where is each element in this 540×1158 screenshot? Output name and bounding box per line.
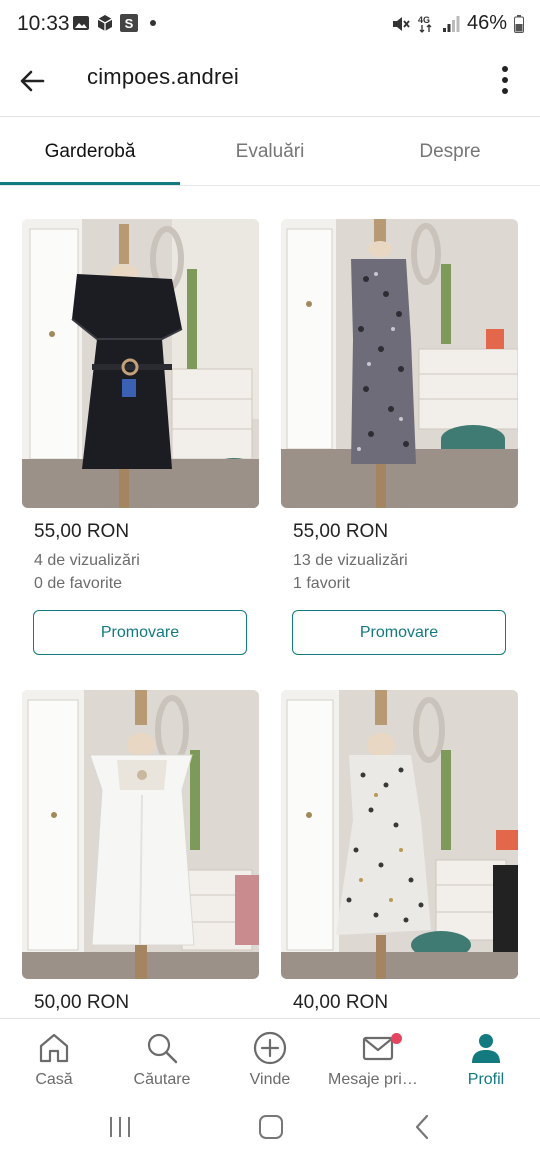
- battery-percent: 46%: [466, 12, 507, 34]
- tab-reviews[interactable]: Evaluări: [180, 117, 360, 185]
- item-views: 13 de vizualizări: [293, 552, 408, 569]
- svg-text:4G: 4G: [418, 15, 430, 25]
- status-bar: 10:33 S 4G 46%: [0, 0, 540, 50]
- item-price: 55,00 RON: [293, 521, 389, 542]
- battery-icon: [514, 14, 524, 33]
- page-title: cimpoes.andrei: [87, 64, 239, 89]
- item-photo[interactable]: [281, 219, 518, 508]
- back-button-icon[interactable]: [408, 1112, 438, 1142]
- nav-search-label: Căutare: [133, 1071, 191, 1088]
- item-card[interactable]: 50,00 RON: [22, 690, 259, 1014]
- nav-profile[interactable]: Profil: [432, 1019, 540, 1098]
- bottom-navigation: Casă Căutare Vinde Mesaje prim... Profil: [0, 1018, 540, 1098]
- item-photo[interactable]: [22, 219, 259, 508]
- unread-badge: [390, 1033, 402, 1044]
- profile-icon: [472, 1034, 500, 1063]
- nav-sell[interactable]: Vinde: [216, 1019, 324, 1098]
- recent-apps-icon[interactable]: [105, 1112, 135, 1142]
- item-price: 40,00 RON: [293, 992, 389, 1013]
- profile-tabs: Garderobă Evaluări Despre: [0, 117, 540, 185]
- plus-circle-icon: [253, 1031, 287, 1065]
- item-favorites: 0 de favorite: [34, 575, 123, 592]
- search-icon: [147, 1033, 178, 1064]
- status-time: 10:33: [17, 12, 70, 35]
- tab-wardrobe[interactable]: Garderobă: [0, 117, 180, 185]
- promote-button[interactable]: Promovare: [292, 610, 506, 655]
- mail-icon: [362, 1036, 394, 1061]
- item-card[interactable]: 55,00 RON 13 de vizualizări 1 favorit Pr…: [281, 219, 518, 655]
- item-photo[interactable]: [22, 690, 259, 979]
- more-options-icon[interactable]: [488, 60, 522, 100]
- nav-sell-label: Vinde: [249, 1071, 291, 1088]
- profile-header: cimpoes.andrei: [0, 50, 540, 116]
- item-price: 55,00 RON: [34, 521, 130, 542]
- item-views: 4 de vizualizări: [34, 552, 140, 569]
- tabs-divider: [0, 185, 540, 186]
- package-icon: [97, 15, 113, 31]
- nav-inbox-label: Mesaje prim...: [328, 1071, 429, 1088]
- nav-home-label: Casă: [35, 1071, 73, 1088]
- item-photo[interactable]: [281, 690, 518, 979]
- mute-icon: [392, 16, 410, 31]
- notification-dot-icon: [150, 20, 156, 26]
- nav-inbox[interactable]: Mesaje prim...: [324, 1019, 432, 1098]
- item-card[interactable]: 55,00 RON 4 de vizualizări 0 de favorite…: [22, 219, 259, 655]
- item-favorites: 1 favorit: [293, 575, 350, 592]
- svg-text:S: S: [125, 16, 134, 31]
- signal-icon: [442, 15, 460, 32]
- item-card[interactable]: 40,00 RON: [281, 690, 518, 1014]
- network-4g-icon: 4G: [418, 15, 432, 33]
- nav-search[interactable]: Căutare: [108, 1019, 216, 1098]
- system-navigation: [0, 1098, 540, 1158]
- promote-button[interactable]: Promovare: [33, 610, 247, 655]
- tab-about[interactable]: Despre: [360, 117, 540, 185]
- item-price: 50,00 RON: [34, 992, 130, 1013]
- home-button-icon[interactable]: [256, 1112, 286, 1142]
- s-app-icon: S: [120, 14, 138, 32]
- nav-profile-label: Profil: [467, 1071, 505, 1088]
- back-arrow-icon[interactable]: [16, 64, 50, 98]
- home-icon: [39, 1033, 69, 1063]
- gallery-icon: [73, 16, 89, 30]
- nav-home[interactable]: Casă: [0, 1019, 108, 1098]
